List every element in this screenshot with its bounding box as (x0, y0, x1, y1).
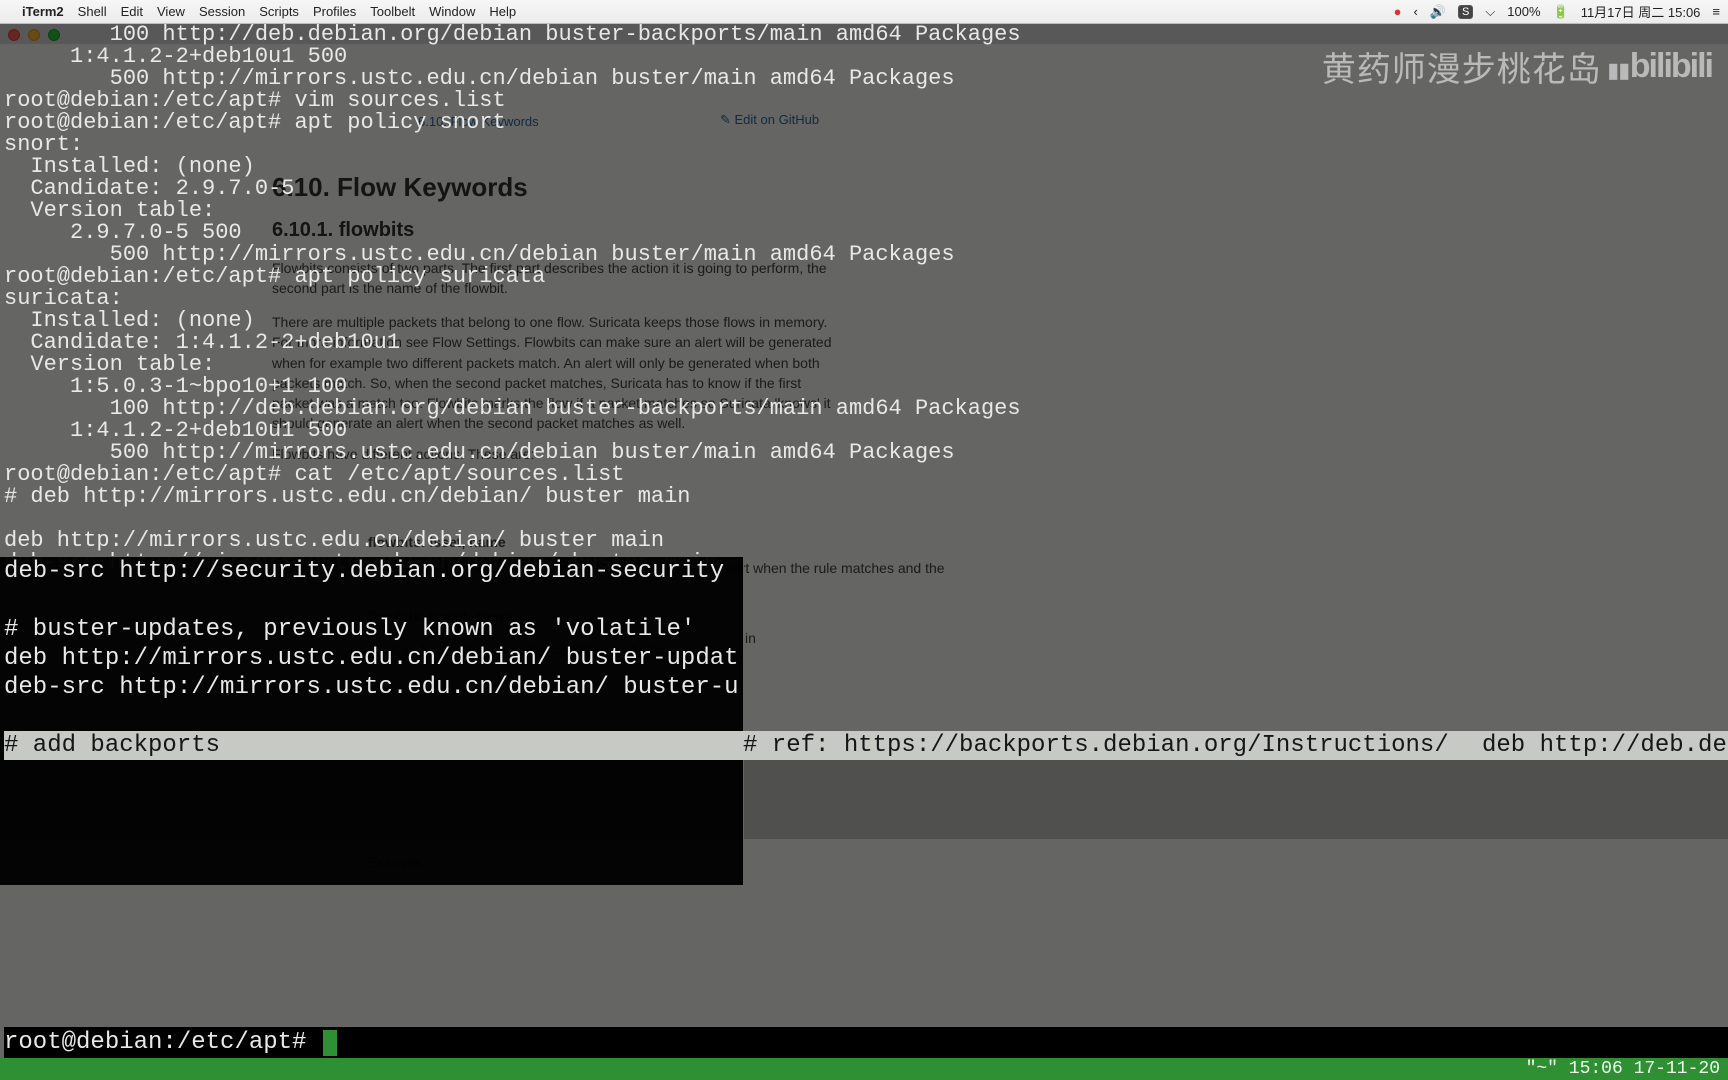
active-app-name[interactable]: iTerm2 (22, 4, 64, 19)
watermark-text: 黄药师漫步桃花岛 (1322, 42, 1602, 91)
input-method-icon[interactable]: S (1458, 5, 1473, 19)
term-line: # deb http://mirrors.ustc.edu.cn/debian/… (4, 484, 691, 509)
tmux-status-bar: "~" 15:06 17-11-20 (0, 1058, 1728, 1080)
pane-line: # buster-updates, previously known as 'v… (4, 616, 695, 643)
back-icon[interactable]: ‹ (1414, 4, 1418, 19)
terminal-lower-pane[interactable]: deb-src http://security.debian.org/debia… (0, 556, 744, 886)
battery-icon: 🔋 (1553, 4, 1569, 20)
pane-line: deb-src http://mirrors.ustc.edu.cn/debia… (4, 674, 739, 701)
pane-line: deb http://mirrors.ustc.edu.cn/debian/ b… (4, 645, 739, 672)
macos-menubar: iTerm2 Shell Edit View Session Scripts P… (0, 0, 1728, 24)
battery-percent: 100% (1507, 4, 1540, 19)
menu-profiles[interactable]: Profiles (313, 4, 356, 19)
cursor (323, 1030, 337, 1056)
menu-scripts[interactable]: Scripts (259, 4, 299, 19)
menu-help[interactable]: Help (489, 4, 516, 19)
video-watermark: 黄药师漫步桃花岛 ▮▮bilibili (1322, 42, 1712, 91)
menu-toolbelt[interactable]: Toolbelt (370, 4, 415, 19)
prompt-text: root@debian:/etc/apt# (4, 1029, 321, 1056)
terminal-output[interactable]: 100 http://deb.debian.org/debian buster-… (0, 24, 1728, 1080)
menu-view[interactable]: View (157, 4, 185, 19)
clock-date[interactable]: 11月17日 周二 15:06 (1581, 2, 1701, 21)
menu-session[interactable]: Session (199, 4, 245, 19)
volume-icon[interactable]: 🔊 (1430, 4, 1446, 20)
bilibili-logo-icon: ▮▮bilibili (1608, 47, 1712, 86)
hamburger-icon[interactable]: ≡ (1712, 4, 1720, 19)
prompt-line[interactable]: root@debian:/etc/apt# (4, 1027, 1728, 1058)
iterm-window: ~ 6.10. Flow Keywords ✎ Edit on GitHub 6… (0, 24, 1728, 1080)
pane-line-highlighted: # ref: https://backports.debian.org/Inst… (743, 731, 1482, 760)
screen-record-icon[interactable]: ● (1394, 4, 1402, 19)
pane-line-highlighted: # add backports (4, 731, 743, 760)
pane-line-highlighted: deb http://deb.debian.org/debian buster-… (1482, 731, 1728, 760)
status-right: "~" 15:06 17-11-20 (1526, 1059, 1720, 1079)
wifi-icon[interactable]: ⌵ (1485, 4, 1495, 20)
pane-line: deb-src http://security.debian.org/debia… (4, 558, 724, 585)
menu-window[interactable]: Window (429, 4, 475, 19)
menu-shell[interactable]: Shell (78, 4, 107, 19)
menu-edit[interactable]: Edit (121, 4, 143, 19)
